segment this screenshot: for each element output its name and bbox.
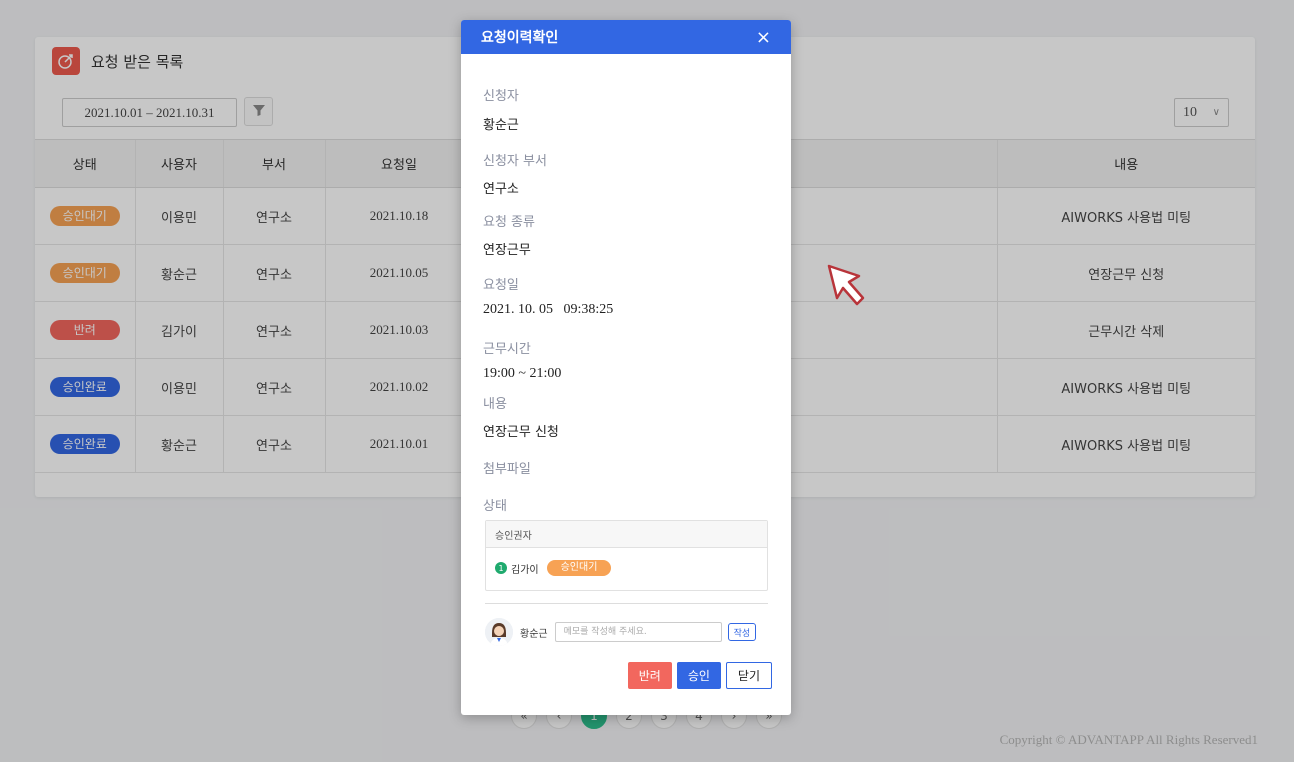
content-label: 내용	[483, 397, 507, 412]
approver-status-badge: 승인대기	[546, 560, 612, 576]
modal-header: 요청이력확인 ×	[461, 20, 791, 54]
request-type-value: 연장근무	[483, 243, 531, 258]
work-time-label: 근무시간	[483, 342, 531, 357]
content-value: 연장근무 신청	[483, 425, 559, 440]
pointer-cursor-icon	[827, 264, 865, 306]
request-history-modal: 요청이력확인 × 신청자 황순근 신청자 부서 연구소 요청 종류 연장근무 요…	[461, 20, 791, 715]
approve-button[interactable]: 승인	[676, 662, 721, 689]
memo-input[interactable]	[554, 622, 722, 642]
attachment-label: 첨부파일	[483, 462, 531, 477]
close-icon[interactable]: ×	[756, 27, 771, 48]
approver-name: 김가이	[511, 564, 539, 576]
close-button[interactable]: 닫기	[725, 662, 772, 689]
applicant-label: 신청자	[483, 89, 519, 104]
approver-step-badge: 1	[495, 562, 507, 574]
memo-submit-button[interactable]: 작성	[727, 623, 757, 641]
request-date-label: 요청일	[483, 278, 519, 293]
status-label: 상태	[483, 499, 507, 514]
applicant-value: 황순근	[483, 118, 519, 133]
reject-button[interactable]: 반려	[627, 662, 672, 689]
approver-header: 승인권자	[486, 521, 767, 548]
divider	[485, 603, 768, 604]
memo-row: 황순근 작성	[485, 618, 768, 646]
modal-title: 요청이력확인	[481, 30, 559, 46]
approver-row: 1 김가이 승인대기	[486, 548, 767, 588]
avatar	[485, 618, 513, 646]
memo-user-name: 황순근	[520, 628, 548, 640]
work-time-value: 19:00 ~ 21:00	[483, 366, 562, 381]
applicant-dept-value: 연구소	[483, 182, 519, 197]
request-type-label: 요청 종류	[483, 215, 535, 230]
approver-table: 승인권자 1 김가이 승인대기	[485, 520, 768, 591]
modal-footer: 반려 승인 닫기	[627, 662, 772, 689]
applicant-dept-label: 신청자 부서	[483, 154, 547, 169]
request-date-value: 2021. 10. 05 09:38:25	[483, 302, 614, 317]
